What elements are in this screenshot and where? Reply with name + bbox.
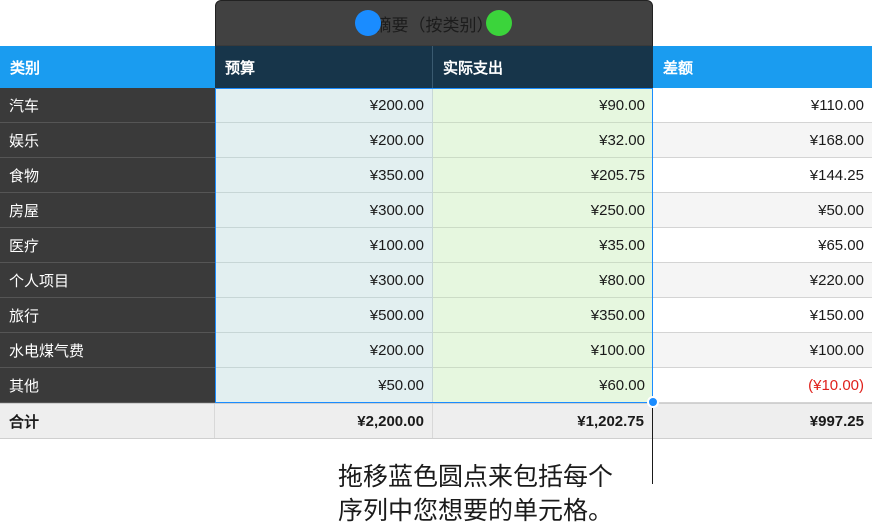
table-row: 房屋 ¥300.00 ¥250.00 ¥50.00 xyxy=(0,193,872,228)
cell-actual[interactable]: ¥100.00 xyxy=(433,333,653,368)
cell-budget[interactable]: ¥350.00 xyxy=(215,158,433,193)
cell-difference[interactable]: ¥220.00 xyxy=(653,263,872,298)
cell-category[interactable]: 汽车 xyxy=(0,88,215,123)
cell-category[interactable]: 其他 xyxy=(0,368,215,403)
table-row: 医疗 ¥100.00 ¥35.00 ¥65.00 xyxy=(0,228,872,263)
table-header-row: 类别 预算 实际支出 差额 xyxy=(0,46,872,88)
cell-budget[interactable]: ¥200.00 xyxy=(215,88,433,123)
cell-actual[interactable]: ¥350.00 xyxy=(433,298,653,333)
cell-actual[interactable]: ¥90.00 xyxy=(433,88,653,123)
cell-budget[interactable]: ¥50.00 xyxy=(215,368,433,403)
green-range-handle[interactable] xyxy=(486,10,512,36)
cell-difference[interactable]: ¥168.00 xyxy=(653,123,872,158)
cell-difference[interactable]: ¥110.00 xyxy=(653,88,872,123)
cell-difference[interactable]: ¥100.00 xyxy=(653,333,872,368)
blue-range-handle[interactable] xyxy=(355,10,381,36)
table-row: 其他 ¥50.00 ¥60.00 (¥10.00) xyxy=(0,368,872,403)
cell-budget[interactable]: ¥200.00 xyxy=(215,333,433,368)
footer-actual[interactable]: ¥1,202.75 xyxy=(433,404,653,438)
cell-category[interactable]: 房屋 xyxy=(0,193,215,228)
cell-budget[interactable]: ¥200.00 xyxy=(215,123,433,158)
table-row: 旅行 ¥500.00 ¥350.00 ¥150.00 xyxy=(0,298,872,333)
table-footer-row: 合计 ¥2,200.00 ¥1,202.75 ¥997.25 xyxy=(0,403,872,439)
table-row: 汽车 ¥200.00 ¥90.00 ¥110.00 xyxy=(0,88,872,123)
cell-budget[interactable]: ¥100.00 xyxy=(215,228,433,263)
footer-budget[interactable]: ¥2,200.00 xyxy=(215,404,433,438)
callout-text: 拖移蓝色圆点来包括每个 序列中您想要的单元格。 xyxy=(338,463,614,525)
cell-difference[interactable]: ¥50.00 xyxy=(653,193,872,228)
cell-category[interactable]: 医疗 xyxy=(0,228,215,263)
cell-category[interactable]: 娱乐 xyxy=(0,123,215,158)
cell-actual[interactable]: ¥60.00 xyxy=(433,368,653,403)
header-budget[interactable]: 预算 xyxy=(215,46,433,88)
table-row: 水电煤气费 ¥200.00 ¥100.00 ¥100.00 xyxy=(0,333,872,368)
table-row: 个人项目 ¥300.00 ¥80.00 ¥220.00 xyxy=(0,263,872,298)
cell-category[interactable]: 个人项目 xyxy=(0,263,215,298)
cell-difference[interactable]: ¥144.25 xyxy=(653,158,872,193)
cell-difference[interactable]: (¥10.00) xyxy=(653,368,872,403)
table-row: 娱乐 ¥200.00 ¥32.00 ¥168.00 xyxy=(0,123,872,158)
cell-budget[interactable]: ¥300.00 xyxy=(215,263,433,298)
cell-actual[interactable]: ¥35.00 xyxy=(433,228,653,263)
header-category[interactable]: 类别 xyxy=(0,46,215,88)
cell-category[interactable]: 旅行 xyxy=(0,298,215,333)
cell-budget[interactable]: ¥300.00 xyxy=(215,193,433,228)
header-difference[interactable]: 差额 xyxy=(653,46,872,88)
cell-difference[interactable]: ¥65.00 xyxy=(653,228,872,263)
cell-category[interactable]: 食物 xyxy=(0,158,215,193)
footer-difference[interactable]: ¥997.25 xyxy=(653,404,872,438)
cell-actual[interactable]: ¥250.00 xyxy=(433,193,653,228)
footer-label[interactable]: 合计 xyxy=(0,404,215,438)
cell-budget[interactable]: ¥500.00 xyxy=(215,298,433,333)
cell-actual[interactable]: ¥205.75 xyxy=(433,158,653,193)
table-row: 食物 ¥350.00 ¥205.75 ¥144.25 xyxy=(0,158,872,193)
table-title: 摘要（按类别） xyxy=(374,15,494,35)
selection-resize-handle[interactable] xyxy=(647,396,659,408)
cell-actual[interactable]: ¥80.00 xyxy=(433,263,653,298)
cell-difference[interactable]: ¥150.00 xyxy=(653,298,872,333)
cell-category[interactable]: 水电煤气费 xyxy=(0,333,215,368)
cell-actual[interactable]: ¥32.00 xyxy=(433,123,653,158)
header-actual[interactable]: 实际支出 xyxy=(433,46,653,88)
